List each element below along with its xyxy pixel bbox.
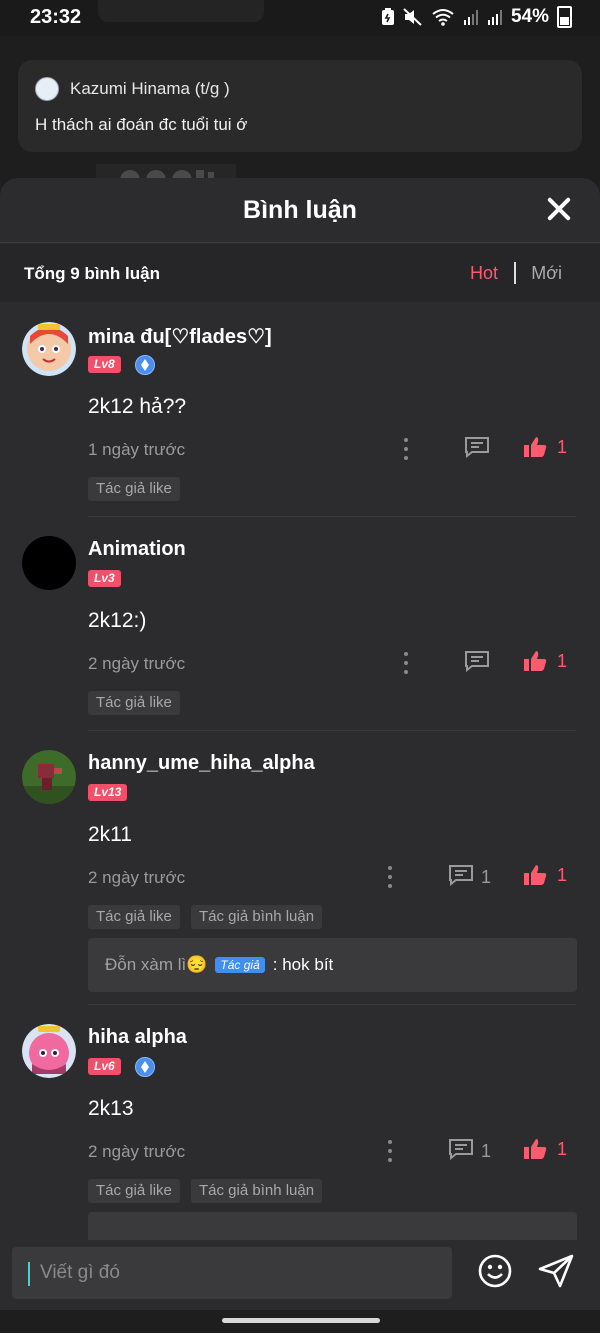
comment-time: 2 ngày trước <box>88 654 186 673</box>
close-button[interactable] <box>544 194 574 224</box>
comment-item: hiha alpha Lv6 2k13 2 ngày trước 1 1 Tác… <box>0 1004 600 1266</box>
like-button[interactable]: 1 <box>523 650 567 672</box>
like-count: 1 <box>557 864 568 885</box>
level-badge: Lv6 <box>88 1058 121 1075</box>
verified-icon <box>135 1057 155 1077</box>
tag-author-replied: Tác giả bình luận <box>191 1179 323 1203</box>
reply-count: 1 <box>481 1141 492 1161</box>
tag-author-liked: Tác giả like <box>88 477 180 501</box>
comment-author[interactable]: hiha alpha <box>88 1026 187 1049</box>
reply-icon[interactable] <box>464 650 490 672</box>
comment-sheet: Bình luận Tổng 9 bình luận Hot Mới mina … <box>0 178 600 1333</box>
camera-notch <box>98 0 264 22</box>
more-options-icon[interactable] <box>403 652 409 674</box>
signal-icon-2 <box>487 10 502 25</box>
comment-text: 2k12 hả?? <box>88 395 187 418</box>
status-icons: 54% <box>381 6 572 28</box>
status-time: 23:32 <box>30 6 82 28</box>
like-count: 1 <box>557 436 568 457</box>
reply-content: Đỗn xàm lì😔 Tác giả : hok bít <box>105 955 333 975</box>
thumbs-up-icon <box>524 437 547 457</box>
post-notification-card[interactable]: Kazumi Hinama (t/g ) H thách ai đoán đc … <box>18 60 582 152</box>
sheet-title: Bình luận <box>243 196 357 224</box>
author-reply[interactable]: Đỗn xàm lì😔 Tác giả : hok bít <box>88 938 577 992</box>
like-button[interactable]: 1 <box>523 1138 567 1160</box>
verified-icon <box>135 355 155 375</box>
battery-saver-icon <box>381 8 394 25</box>
thumbs-up-icon <box>524 865 547 885</box>
tab-hot[interactable]: Hot <box>470 263 498 284</box>
tag-author-replied: Tác giả bình luận <box>191 905 323 929</box>
notification-avatar <box>35 77 59 101</box>
home-gesture-handle[interactable] <box>222 1318 380 1323</box>
comment-item: mina đu[♡flades♡] Lv8 2k12 hả?? 1 ngày t… <box>0 302 600 516</box>
tab-separator <box>514 262 516 284</box>
notification-author: Kazumi Hinama (t/g ) <box>70 79 230 98</box>
like-button[interactable]: 1 <box>523 436 567 458</box>
author-badge: Tác giả <box>215 957 265 973</box>
header-divider <box>0 242 600 243</box>
more-options-icon[interactable] <box>387 866 393 888</box>
comment-text: 2k12:) <box>88 609 147 632</box>
battery-icon <box>557 6 572 28</box>
tag-author-liked: Tác giả like <box>88 905 180 929</box>
tab-new[interactable]: Mới <box>531 263 562 284</box>
system-nav-bar <box>0 1310 600 1333</box>
more-options-icon[interactable] <box>387 1140 393 1162</box>
reply-author: Đỗn xàm lì😔 <box>105 955 208 974</box>
level-badge: Lv3 <box>88 570 121 587</box>
emoji-icon[interactable] <box>478 1254 512 1288</box>
level-badge: Lv8 <box>88 356 121 373</box>
avatar[interactable] <box>22 536 76 590</box>
comment-input[interactable]: Viết gì đó <box>12 1247 452 1299</box>
signal-icon-1 <box>463 10 478 25</box>
total-comments-label: Tổng 9 bình luận <box>24 264 160 283</box>
comment-author[interactable]: Animation <box>88 538 186 561</box>
comment-time: 2 ngày trước <box>88 1142 186 1161</box>
avatar[interactable] <box>22 750 76 804</box>
reply-icon[interactable] <box>448 864 474 886</box>
reply-count: 1 <box>481 867 492 887</box>
filter-bar: Tổng 9 bình luận Hot Mới <box>0 244 600 302</box>
status-bar: 23:32 54% <box>0 0 600 36</box>
comment-author[interactable]: mina đu[♡flades♡] <box>88 324 272 349</box>
like-button[interactable]: 1 <box>523 864 567 886</box>
send-icon[interactable] <box>538 1254 574 1288</box>
comment-author[interactable]: hanny_ume_hiha_alpha <box>88 752 315 775</box>
level-badge: Lv13 <box>88 784 128 801</box>
text-cursor <box>28 1262 30 1286</box>
more-options-icon[interactable] <box>403 438 409 460</box>
avatar[interactable] <box>22 322 76 376</box>
notification-text: H thách ai đoán đc tuổi tui ớ <box>35 115 248 134</box>
mute-icon <box>403 8 422 26</box>
thumbs-up-icon <box>524 1139 547 1159</box>
avatar[interactable] <box>22 1024 76 1078</box>
comment-input-bar: Viết gì đó <box>0 1240 600 1310</box>
comment-text: 2k11 <box>88 823 132 846</box>
comment-item: Animation Lv3 2k12:) 2 ngày trước 1 Tác … <box>0 516 600 730</box>
comment-time: 2 ngày trước <box>88 868 186 887</box>
comment-item: hanny_ume_hiha_alpha Lv13 2k11 2 ngày tr… <box>0 730 600 1006</box>
comment-text: 2k13 <box>88 1097 134 1120</box>
tag-author-liked: Tác giả like <box>88 1179 180 1203</box>
reply-icon[interactable] <box>464 436 490 458</box>
tag-author-liked: Tác giả like <box>88 691 180 715</box>
reply-icon[interactable] <box>448 1138 474 1160</box>
input-placeholder: Viết gì đó <box>40 1262 120 1283</box>
comment-time: 1 ngày trước <box>88 440 186 459</box>
wifi-icon <box>432 9 454 26</box>
like-count: 1 <box>557 1138 568 1159</box>
like-count: 1 <box>557 650 568 671</box>
battery-percent: 54% <box>510 6 549 27</box>
reply-text: : hok bít <box>272 955 334 974</box>
thumbs-up-icon <box>524 651 547 671</box>
